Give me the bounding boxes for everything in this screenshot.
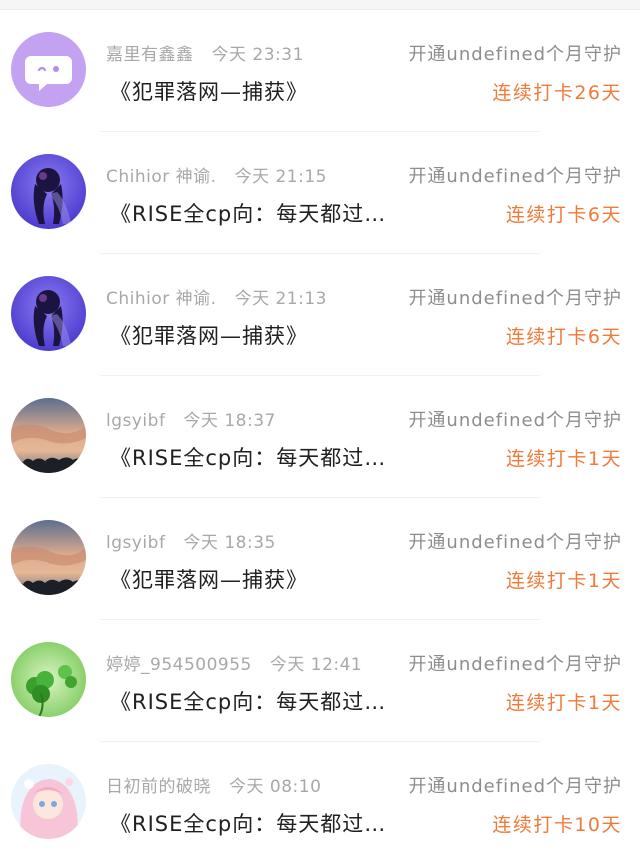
list-item[interactable]: Chihior 神谕. 今天 21:15 《RISE全cp向：每天都过… 开通un… [0,132,640,254]
username[interactable]: 嘉里有鑫鑫 [106,45,194,65]
guard-record-list: 嘉里有鑫鑫 今天 23:31 《犯罪落网—捕获》 开通undefined个月守护 … [0,10,640,864]
sunset-sky-icon [11,520,86,595]
username[interactable]: Chihior 神谕. [106,167,217,187]
checkin-streak: 连续打卡10天 [492,814,622,836]
checkin-streak: 连续打卡6天 [505,326,622,348]
username[interactable]: Chihior 神谕. [106,289,217,309]
list-item[interactable]: lgsyibf 今天 18:37 《RISE全cp向：每天都过… 开通undefi… [0,376,640,498]
guard-action-text: 开通undefined个月守护 [408,288,622,309]
list-item[interactable]: 嘉里有鑫鑫 今天 23:31 《犯罪落网—捕获》 开通undefined个月守护 … [0,10,640,132]
avatar[interactable] [11,398,86,473]
sunset-sky-icon [11,398,86,473]
username[interactable]: lgsyibf [106,533,165,553]
meta-line: Chihior 神谕. 今天 21:15 [106,162,327,187]
username[interactable]: lgsyibf [106,411,165,431]
checkin-streak: 连续打卡1天 [505,570,622,592]
avatar[interactable] [11,642,86,717]
checkin-streak: 连续打卡26天 [492,82,622,104]
avatar[interactable] [11,764,86,839]
timestamp: 今天 08:10 [229,777,322,797]
purple-silhouette-icon [11,154,86,229]
timestamp: 今天 21:15 [234,167,327,187]
work-title[interactable]: 《犯罪落网—捕获》 [110,564,308,594]
work-title[interactable]: 《RISE全cp向：每天都过… [110,442,386,472]
avatar[interactable] [11,276,86,351]
green-clover-icon [11,642,86,717]
checkin-streak: 连续打卡1天 [505,692,622,714]
guard-action-text: 开通undefined个月守护 [408,654,622,675]
username[interactable]: 日初前的破晓 [106,777,211,797]
meta-line: lgsyibf 今天 18:37 [106,406,276,431]
timestamp: 今天 18:37 [183,411,276,431]
list-item[interactable]: 日初前的破晓 今天 08:10 《RISE全cp向：每天都过… 开通undefin… [0,742,640,864]
list-item[interactable]: Chihior 神谕. 今天 21:13 《犯罪落网—捕获》 开通undefine… [0,254,640,376]
work-title[interactable]: 《RISE全cp向：每天都过… [110,808,386,838]
timestamp: 今天 12:41 [269,655,363,675]
list-item[interactable]: 婷婷_954500955 今天 12:41 《RISE全cp向：每天都过… 开通u… [0,620,640,742]
avatar[interactable] [11,520,86,595]
guard-action-text: 开通undefined个月守护 [408,532,622,553]
avatar[interactable] [11,32,86,107]
guard-action-text: 开通undefined个月守护 [408,410,622,431]
guard-action-text: 开通undefined个月守护 [408,776,622,797]
meta-line: 日初前的破晓 今天 08:10 [106,772,321,797]
anime-girl-icon [11,764,86,839]
timestamp: 今天 18:35 [183,533,276,553]
list-item[interactable]: lgsyibf 今天 18:35 《犯罪落网—捕获》 开通undefined个月守… [0,498,640,620]
timestamp: 今天 23:31 [211,45,304,65]
checkin-streak: 连续打卡1天 [505,448,622,470]
avatar[interactable] [11,154,86,229]
guard-action-text: 开通undefined个月守护 [408,166,622,187]
checkin-streak: 连续打卡6天 [505,204,622,226]
timestamp: 今天 21:13 [234,289,327,309]
work-title[interactable]: 《RISE全cp向：每天都过… [110,198,386,228]
work-title[interactable]: 《犯罪落网—捕获》 [110,76,308,106]
meta-line: lgsyibf 今天 18:35 [106,528,276,553]
purple-chat-bubble-icon [11,32,86,107]
meta-line: 嘉里有鑫鑫 今天 23:31 [106,40,304,65]
guard-action-text: 开通undefined个月守护 [408,44,622,65]
work-title[interactable]: 《犯罪落网—捕获》 [110,320,308,350]
top-divider-bar [0,0,640,10]
meta-line: 婷婷_954500955 今天 12:41 [106,650,362,675]
username[interactable]: 婷婷_954500955 [106,655,252,675]
work-title[interactable]: 《RISE全cp向：每天都过… [110,686,386,716]
purple-silhouette-icon [11,276,86,351]
meta-line: Chihior 神谕. 今天 21:13 [106,284,327,309]
